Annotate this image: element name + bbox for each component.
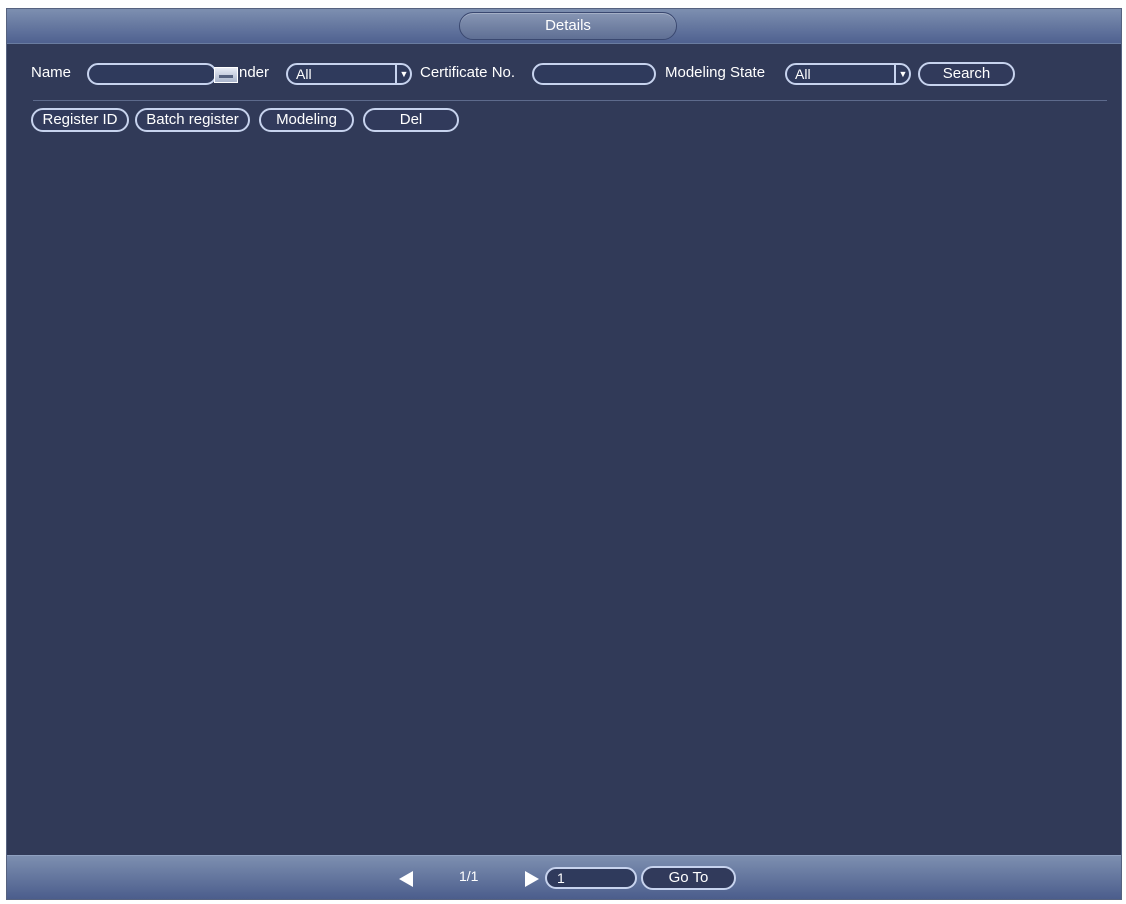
certificate-label: Certificate No.	[420, 64, 516, 81]
modeling-state-label: Modeling State	[665, 64, 766, 81]
name-input[interactable]	[87, 63, 217, 85]
certificate-input[interactable]	[532, 63, 656, 85]
details-window: Details Name nder All ▼ Certificate No. …	[6, 8, 1122, 900]
del-button[interactable]: Del	[363, 108, 459, 132]
title-bar: Details	[7, 9, 1121, 44]
pagination-bar: 1/1 Go To	[7, 855, 1121, 899]
register-id-button[interactable]: Register ID	[31, 108, 129, 132]
name-label: Name	[31, 64, 72, 81]
modeling-state-select-value: All	[795, 66, 811, 82]
modeling-state-select[interactable]: All ▼	[785, 63, 911, 85]
search-button[interactable]: Search	[918, 62, 1015, 86]
next-page-icon[interactable]	[525, 871, 539, 887]
goto-button[interactable]: Go To	[641, 866, 736, 890]
page-number-input[interactable]	[545, 867, 637, 889]
gender-label: nder	[239, 64, 270, 81]
divider	[33, 100, 1107, 101]
gender-select[interactable]: All ▼	[286, 63, 412, 85]
chevron-down-icon: ▼	[894, 64, 910, 84]
batch-register-button[interactable]: Batch register	[135, 108, 250, 132]
page-indicator: 1/1	[459, 868, 479, 884]
gender-select-value: All	[296, 66, 312, 82]
chevron-down-icon: ▼	[395, 64, 411, 84]
prev-page-icon[interactable]	[399, 871, 413, 887]
modeling-button[interactable]: Modeling	[259, 108, 354, 132]
window-title: Details	[459, 12, 677, 40]
keyboard-icon[interactable]	[214, 67, 238, 83]
